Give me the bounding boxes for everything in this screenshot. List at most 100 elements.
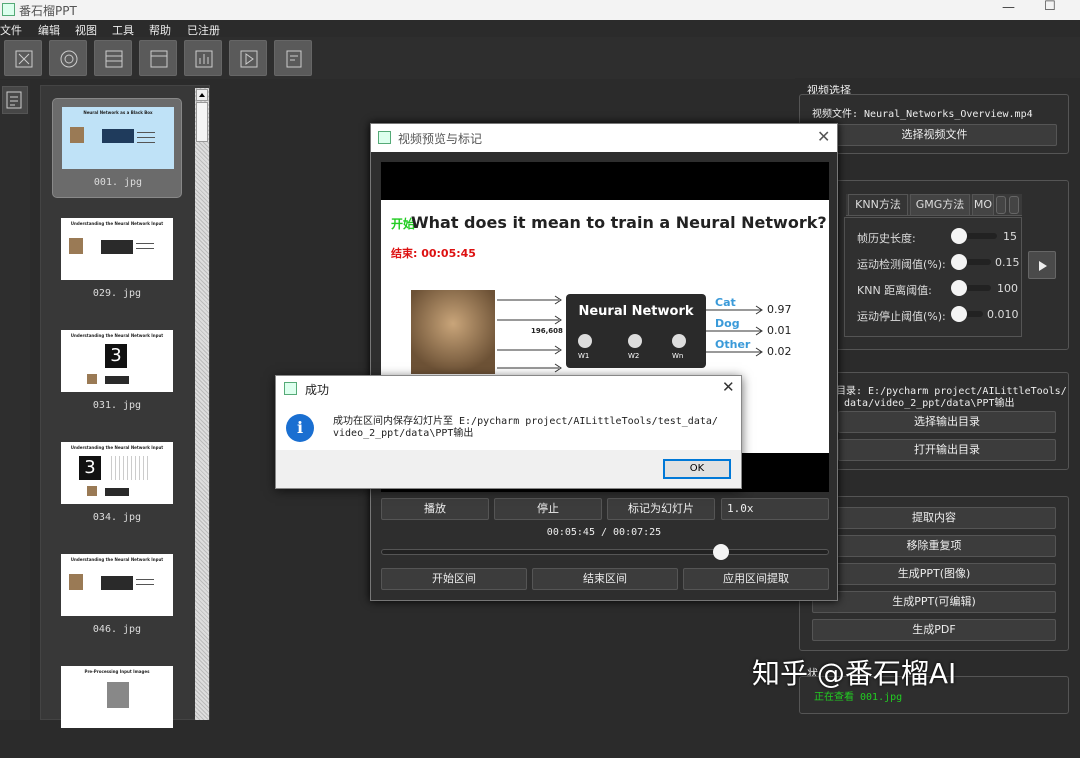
app-icon xyxy=(284,382,297,395)
tab-gmg[interactable]: GMG方法 xyxy=(910,194,970,216)
thumbnail-scrollbar[interactable] xyxy=(195,88,209,720)
toolbar xyxy=(0,37,1080,79)
seek-slider[interactable] xyxy=(381,544,829,560)
thumbnail-label: 034. jpg xyxy=(92,512,142,523)
button-row: OK xyxy=(276,450,741,488)
info-icon: i xyxy=(286,414,314,442)
chart-button[interactable] xyxy=(184,40,222,76)
delete-button[interactable] xyxy=(4,40,42,76)
dialog-title: 成功 xyxy=(305,383,330,397)
seek-handle[interactable] xyxy=(712,544,729,560)
message-body: i 成功在区间内保存幻灯片至 E:/pycharm project/AILitt… xyxy=(276,400,741,450)
weight-label: W1 xyxy=(578,352,590,360)
video-select-group: 视频文件: Neural_Networks_Overview.mp4 选择视频文… xyxy=(799,94,1069,154)
neural-network-box: Neural Network W1 W2 Wn xyxy=(566,294,706,368)
param-slider[interactable] xyxy=(951,280,991,296)
maximize-icon[interactable]: ☐ xyxy=(1044,0,1056,14)
delete-icon xyxy=(15,50,33,68)
thumbnail-image: Understanding the Neural Network Input xyxy=(61,554,173,616)
thumbnail-label: 046. jpg xyxy=(92,624,142,635)
output-name: Other xyxy=(715,338,751,351)
minimize-icon[interactable]: — xyxy=(1002,0,1015,15)
detect-button[interactable] xyxy=(49,40,87,76)
generate-pdf-button[interactable]: 生成PDF xyxy=(812,619,1056,641)
param-label: 运动停止阈值(%): xyxy=(857,310,946,323)
thumbnail-label: 001. jpg xyxy=(93,177,143,188)
video-file-label: 视频文件: Neural_Networks_Overview.mp4 xyxy=(812,109,1033,120)
play-button[interactable]: 播放 xyxy=(381,498,489,520)
play-slides-button[interactable] xyxy=(229,40,267,76)
apply-range-button[interactable]: 应用区间提取 xyxy=(683,568,829,590)
end-range-button[interactable]: 结束区间 xyxy=(532,568,678,590)
nn-label: Neural Network xyxy=(578,304,694,319)
param-value: 0.15 xyxy=(995,256,1020,269)
app-icon xyxy=(2,3,15,16)
menu-registered[interactable]: 已注册 xyxy=(187,22,220,38)
open-output-button[interactable]: 打开输出目录 xyxy=(838,439,1056,461)
menu-help[interactable]: 帮助 xyxy=(149,22,171,38)
dialog-titlebar: 视频预览与标记 ✕ xyxy=(371,124,837,152)
speed-select[interactable]: 1.0x xyxy=(721,498,829,520)
panel-button-2[interactable] xyxy=(139,40,177,76)
list-icon xyxy=(6,91,22,109)
menu-bar: 文件 编辑 视图 工具 帮助 已注册 xyxy=(0,20,1080,37)
slide-heading: What does it mean to train a Neural Netw… xyxy=(411,213,827,232)
time-display: 00:05:45 / 00:07:25 xyxy=(546,527,662,538)
thumbnail-item[interactable]: Understanding the Neural Network Input 0… xyxy=(52,546,182,646)
tab-scroll-right-icon[interactable] xyxy=(1009,196,1019,214)
extract-content-button[interactable]: 提取内容 xyxy=(812,507,1056,529)
select-output-button[interactable]: 选择输出目录 xyxy=(838,411,1056,433)
scrollbar-thumb[interactable] xyxy=(196,102,208,142)
tab-knn[interactable]: KNN方法 xyxy=(848,194,908,216)
next-button[interactable] xyxy=(1028,251,1056,279)
thumbnail-image: Understanding the Neural Network Input 3 xyxy=(61,442,173,504)
play-icon xyxy=(1039,261,1047,271)
panel-icon xyxy=(150,50,168,68)
cat-image xyxy=(411,290,495,374)
thumbnail-image: Understanding the Neural Network Input xyxy=(61,218,173,280)
menu-edit[interactable]: 编辑 xyxy=(38,22,60,38)
close-icon[interactable]: ✕ xyxy=(722,378,735,396)
param-slider[interactable] xyxy=(951,306,983,322)
weight-label: W2 xyxy=(628,352,640,360)
panel-button-1[interactable] xyxy=(94,40,132,76)
thumbnail-item[interactable]: Understanding the Neural Network Input 0… xyxy=(52,210,182,310)
start-range-button[interactable]: 开始区间 xyxy=(381,568,527,590)
window-title: 番石榴PPT xyxy=(19,4,77,18)
title-bar: 番石榴PPT — ☐ xyxy=(0,0,1080,20)
generate-ppt-image-button[interactable]: 生成PPT(图像) xyxy=(812,563,1056,585)
remove-duplicates-button[interactable]: 移除重复项 xyxy=(812,535,1056,557)
tab-mog[interactable]: MO xyxy=(972,194,994,216)
stop-button[interactable]: 停止 xyxy=(494,498,602,520)
param-slider[interactable] xyxy=(951,254,991,270)
thumbnail-item[interactable]: Neural Network as a Black Box 001. jpg xyxy=(52,98,182,198)
select-video-button[interactable]: 选择视频文件 xyxy=(812,124,1057,146)
param-slider[interactable] xyxy=(951,228,997,244)
end-marker: 结束: 00:05:45 xyxy=(391,247,476,260)
thumbnail-item[interactable]: Understanding the Neural Network Input 3… xyxy=(52,434,182,534)
output-arrows xyxy=(706,305,763,357)
menu-view[interactable]: 视图 xyxy=(75,22,97,38)
list-view-button[interactable] xyxy=(2,86,28,114)
tab-scroll-left-icon[interactable] xyxy=(996,196,1006,214)
document-icon xyxy=(286,50,302,68)
document-button[interactable] xyxy=(274,40,312,76)
param-value: 100 xyxy=(997,282,1018,295)
mark-slide-button[interactable]: 标记为幻灯片 xyxy=(607,498,715,520)
method-tabs: KNN方法 GMG方法 MO xyxy=(846,194,1022,216)
panel-icon xyxy=(105,50,123,68)
dialog-title: 视频预览与标记 xyxy=(398,132,483,146)
ok-button[interactable]: OK xyxy=(663,459,731,479)
input-size: 196,608 xyxy=(531,327,563,335)
knn-params: 帧历史长度: 15 运动检测阈值(%): 0.15 KNN 距离阈值: 100 … xyxy=(844,217,1022,337)
thumbnail-image: Understanding the Neural Network Input 3 xyxy=(61,330,173,392)
generate-ppt-editable-button[interactable]: 生成PPT(可编辑) xyxy=(812,591,1056,613)
thumbnail-item[interactable]: Understanding the Neural Network Input 3… xyxy=(52,322,182,422)
close-icon[interactable]: ✕ xyxy=(817,127,830,146)
scroll-up-icon[interactable] xyxy=(196,89,208,101)
menu-file[interactable]: 文件 xyxy=(0,22,22,38)
success-message-dialog: 成功 ✕ i 成功在区间内保存幻灯片至 E:/pycharm project/A… xyxy=(275,375,742,489)
thumbnail-image: Pre-Processing Input Images xyxy=(61,666,173,728)
menu-tools[interactable]: 工具 xyxy=(112,22,134,38)
thumbnail-item[interactable]: Pre-Processing Input Images xyxy=(52,658,182,758)
